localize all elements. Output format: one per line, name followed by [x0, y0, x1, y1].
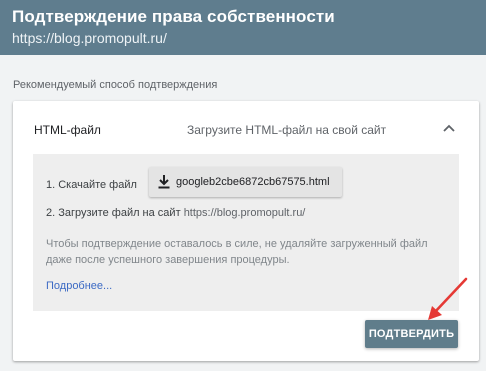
download-icon — [158, 175, 170, 189]
step2-text: 2. Загрузите файл на сайт — [46, 207, 181, 219]
retention-note: Чтобы подтверждение оставалось в силе, н… — [46, 238, 428, 266]
confirm-button[interactable]: ПОДТВЕРДИТЬ — [365, 320, 458, 348]
method-name: HTML-файл — [34, 123, 101, 137]
method-header[interactable]: HTML-файл Загрузите HTML-файл на свой са… — [13, 101, 479, 153]
step1-label: 1. Скачайте файл — [46, 179, 137, 191]
dialog-title: Подтверждение права собственности — [12, 7, 335, 26]
method-description: Загрузите HTML-файл на свой сайт — [187, 123, 387, 137]
step2-site-url: https://blog.promopult.ru/ — [183, 207, 306, 219]
recommended-method-label: Рекомендуемый способ подтверждения — [13, 79, 218, 91]
more-info-link[interactable]: Подробнее... — [46, 280, 112, 292]
step2-label: 2. Загрузите файл на сайт https://blog.p… — [46, 207, 305, 219]
method-details-panel: 1. Скачайте файл googleb2cbe6872cb67575.… — [33, 154, 459, 311]
download-file-button[interactable]: googleb2cbe6872cb67575.html — [149, 167, 342, 197]
download-file-name: googleb2cbe6872cb67575.html — [176, 176, 330, 188]
property-url: https://blog.promopult.ru/ — [12, 30, 167, 46]
chevron-up-icon[interactable] — [442, 122, 456, 134]
verification-method-card: HTML-файл Загрузите HTML-файл на свой са… — [13, 101, 479, 361]
dialog-header: Подтверждение права собственности https:… — [0, 0, 486, 55]
